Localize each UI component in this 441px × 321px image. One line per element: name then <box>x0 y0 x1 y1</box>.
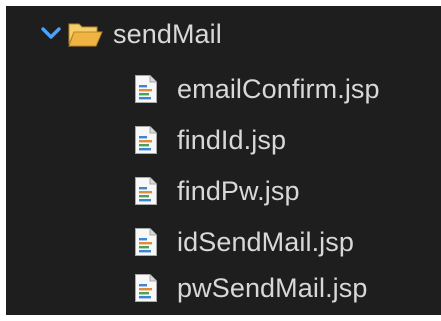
tree-file-row[interactable]: findId.jsp <box>134 116 286 164</box>
project-explorer-tree: sendMail emailConfirm.jsp findId.jsp fin… <box>6 6 441 315</box>
file-label: idSendMail.jsp <box>177 226 354 257</box>
open-folder-icon <box>68 23 103 47</box>
file-label: emailConfirm.jsp <box>177 73 380 104</box>
file-label: findId.jsp <box>177 124 287 155</box>
jsp-file-icon <box>135 177 157 205</box>
jsp-file-icon <box>135 126 157 154</box>
jsp-file-icon <box>135 274 157 302</box>
chevron-down-icon[interactable] <box>39 24 63 44</box>
tree-file-row[interactable]: pwSendMail.jsp <box>134 264 368 312</box>
jsp-file-icon <box>135 228 157 256</box>
jsp-file-icon <box>135 75 157 103</box>
tree-file-row[interactable]: findPw.jsp <box>134 167 300 215</box>
tree-folder-sendmail[interactable]: sendMail <box>39 10 222 58</box>
file-label: pwSendMail.jsp <box>177 272 368 303</box>
tree-file-row[interactable]: idSendMail.jsp <box>134 218 354 266</box>
folder-label: sendMail <box>113 18 222 49</box>
file-label: findPw.jsp <box>177 175 300 206</box>
tree-file-row[interactable]: emailConfirm.jsp <box>134 65 380 113</box>
